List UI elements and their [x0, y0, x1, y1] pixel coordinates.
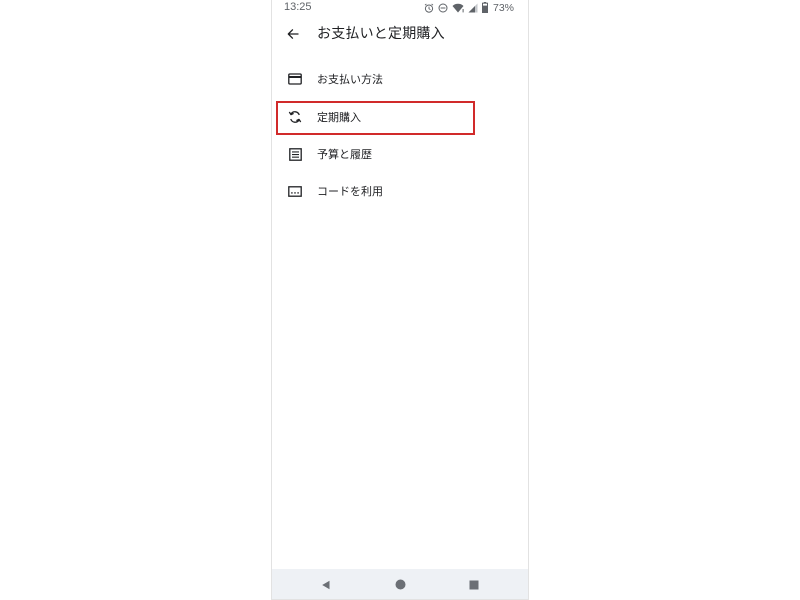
app-bar: お支払いと定期購入: [272, 16, 528, 52]
signal-icon: [468, 3, 478, 13]
do-not-disturb-icon: [438, 3, 448, 13]
list-icon: [287, 146, 303, 162]
status-bar: 13:25 73%: [272, 0, 528, 16]
phone-screen: 13:25 73% お支払いと定期購入 お支払い方法 定期購入 予算と履歴 コー…: [271, 0, 529, 600]
system-nav-bar: [272, 569, 528, 599]
nav-recents-button[interactable]: [467, 577, 481, 591]
status-time: 13:25: [284, 1, 312, 13]
back-triangle-icon: [321, 575, 331, 594]
redeem-code-icon: [287, 183, 303, 199]
arrow-back-icon: [287, 25, 299, 44]
nav-home-button[interactable]: [393, 577, 407, 591]
menu-item-label: 予算と履歴: [317, 148, 372, 161]
battery-icon: [481, 2, 488, 13]
menu-item-label: コードを利用: [317, 185, 383, 198]
menu-item-label: 定期購入: [317, 111, 361, 124]
sync-icon: [287, 109, 303, 125]
menu-item-payment-methods[interactable]: お支払い方法: [272, 62, 528, 96]
status-icons: 73%: [424, 1, 514, 14]
page-title: お支払いと定期購入: [317, 26, 445, 42]
recents-square-icon: [469, 575, 479, 594]
alarm-icon: [424, 3, 434, 13]
menu-item-budget-history[interactable]: 予算と履歴: [272, 137, 528, 171]
battery-percent: 73%: [492, 1, 514, 14]
menu-item-redeem-code[interactable]: コードを利用: [272, 174, 528, 208]
credit-card-icon: [287, 71, 303, 87]
back-button[interactable]: [282, 23, 304, 45]
menu-item-subscriptions[interactable]: 定期購入: [272, 100, 528, 134]
home-circle-icon: [395, 575, 406, 594]
menu-item-label: お支払い方法: [317, 73, 383, 86]
wifi-icon: [452, 3, 464, 13]
nav-back-button[interactable]: [319, 577, 333, 591]
